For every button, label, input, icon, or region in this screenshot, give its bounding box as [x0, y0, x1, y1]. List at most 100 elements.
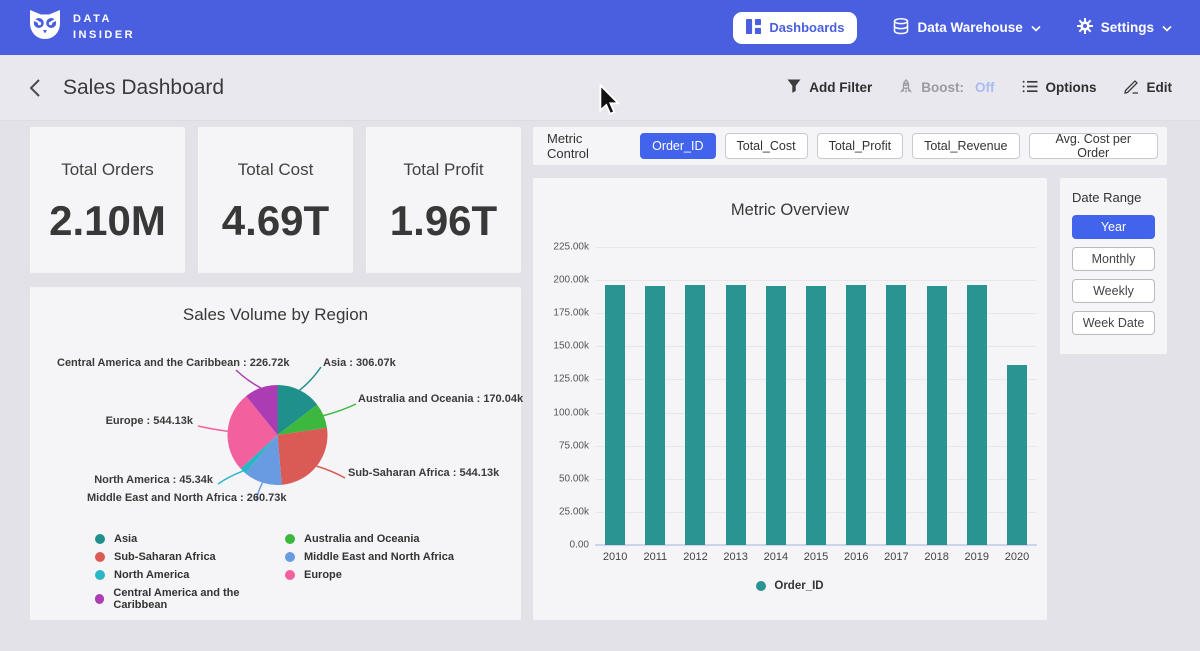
legend-dot	[95, 534, 105, 544]
legend-label: Asia	[114, 533, 137, 545]
owl-logo-icon	[28, 9, 62, 46]
bar-2016[interactable]	[846, 285, 866, 545]
brand-logo[interactable]: DATA INSIDER	[28, 9, 135, 46]
pie-slice-sub-saharan-africa[interactable]	[278, 428, 328, 485]
legend-dot	[285, 534, 295, 544]
bar-slot	[635, 247, 675, 545]
page-header: Sales Dashboard Add Filter Boost:Off	[0, 55, 1200, 121]
date-range-panel: Date Range Year Monthly Weekly Week Date	[1060, 178, 1167, 354]
bar-2010[interactable]	[605, 285, 625, 545]
y-tick-label: 100.00k	[553, 407, 589, 418]
x-tick-label: 2013	[716, 551, 756, 563]
metric-chip-total-cost[interactable]: Total_Cost	[725, 133, 808, 159]
gear-icon	[1077, 18, 1093, 37]
nav-data-warehouse[interactable]: Data Warehouse	[893, 18, 1040, 38]
bar-slot	[957, 247, 997, 545]
kpi-total-cost: Total Cost 4.69T	[198, 127, 353, 273]
bar-slot	[796, 247, 836, 545]
bar-slot	[917, 247, 957, 545]
add-filter-button[interactable]: Add Filter	[787, 79, 872, 96]
legend-label: Europe	[304, 569, 342, 581]
metric-overview-card: Metric Overview 225.00k200.00k175.00k150…	[533, 178, 1047, 620]
chevron-down-icon	[1162, 20, 1172, 35]
kpi-value: 4.69T	[198, 197, 353, 245]
boost-toggle[interactable]: Boost:Off	[899, 79, 994, 97]
bar-slot	[595, 247, 635, 545]
legend-label: Middle East and North Africa	[304, 551, 454, 563]
database-icon	[893, 18, 909, 38]
pie-legend-item-central-america-and-the-caribbean[interactable]: Central America and the Caribbean	[95, 587, 285, 611]
rocket-icon	[899, 79, 913, 97]
kpi-label: Total Cost	[198, 160, 353, 180]
kpi-label: Total Orders	[30, 160, 185, 180]
bar-slot	[876, 247, 916, 545]
date-range-week-date[interactable]: Week Date	[1072, 311, 1155, 335]
metric-chips: Order_ID Total_Cost Total_Profit Total_Reve…	[640, 133, 1167, 159]
pie-legend-item-europe[interactable]: Europe	[285, 569, 454, 581]
pie-legend-item-north-america[interactable]: North America	[95, 569, 285, 581]
options-list-icon	[1022, 80, 1038, 96]
metric-chip-total-revenue[interactable]: Total_Revenue	[912, 133, 1019, 159]
chevron-down-icon	[1031, 20, 1041, 35]
x-tick-label: 2016	[836, 551, 876, 563]
bar-2019[interactable]	[967, 285, 987, 545]
page-title: Sales Dashboard	[63, 76, 224, 100]
pie-legend: Asia Australia and Oceania Sub-Saharan Afr…	[95, 533, 454, 611]
legend-label: Australia and Oceania	[304, 533, 420, 545]
metric-control-bar: Metric Control Order_IDTotal_CostTotal_P…	[533, 127, 1167, 165]
date-range-year[interactable]: Year	[1072, 215, 1155, 239]
kpi-total-profit: Total Profit 1.96T	[366, 127, 521, 273]
x-tick-label: 2011	[635, 551, 675, 563]
pie-callout-asia: Asia : 306.07k	[323, 357, 396, 369]
x-tick-label: 2015	[796, 551, 836, 563]
bar-chart-legend: Order_ID	[533, 580, 1047, 592]
kpi-label: Total Profit	[366, 160, 521, 180]
pie-callout-sub-saharan-africa: Sub-Saharan Africa : 544.13k	[348, 467, 499, 479]
legend-label: Sub-Saharan Africa	[114, 551, 216, 563]
metric-chip-avg-cost-per-order[interactable]: Avg. Cost per Order	[1029, 133, 1159, 159]
bar-2015[interactable]	[806, 286, 826, 545]
pie-legend-item-middle-east-and-north-africa[interactable]: Middle East and North Africa	[285, 551, 454, 563]
back-button[interactable]	[28, 78, 41, 98]
nav-settings[interactable]: Settings	[1077, 18, 1172, 37]
pie-callout-north-america: North America : 45.34k	[94, 474, 213, 486]
y-tick-label: 225.00k	[553, 242, 589, 253]
options-button[interactable]: Options	[1022, 80, 1097, 96]
kpi-total-orders: Total Orders 2.10M	[30, 127, 185, 273]
bar-2017[interactable]	[886, 285, 906, 545]
pie-legend-item-australia-and-oceania[interactable]: Australia and Oceania	[285, 533, 454, 545]
bar-slot	[675, 247, 715, 545]
pie-leader-line	[236, 370, 261, 388]
metric-chip-total-profit[interactable]: Total_Profit	[817, 133, 904, 159]
bar-2013[interactable]	[726, 285, 746, 545]
y-tick-label: 25.00k	[559, 506, 589, 517]
boost-status: Off	[975, 80, 995, 95]
pie-callout-australia-oceania: Australia and Oceania : 170.04k	[358, 393, 523, 405]
nav-dashboards-button[interactable]: Dashboards	[733, 12, 857, 44]
bar-2018[interactable]	[927, 286, 947, 545]
legend-dot	[95, 552, 105, 562]
bar-slot	[716, 247, 756, 545]
bar-2012[interactable]	[685, 285, 705, 545]
legend-dot	[285, 570, 295, 580]
bar-chart-y-axis: 225.00k200.00k175.00k150.00k125.00k100.0…	[533, 247, 589, 545]
y-tick-label: 150.00k	[553, 341, 589, 352]
bar-2014[interactable]	[766, 286, 786, 545]
pie-legend-item-sub-saharan-africa[interactable]: Sub-Saharan Africa	[95, 551, 285, 563]
bar-2011[interactable]	[645, 286, 665, 545]
metric-chip-order-id[interactable]: Order_ID	[640, 133, 715, 159]
y-tick-label: 50.00k	[559, 473, 589, 484]
pencil-icon	[1124, 79, 1139, 97]
date-range-monthly[interactable]: Monthly	[1072, 247, 1155, 271]
date-range-weekly[interactable]: Weekly	[1072, 279, 1155, 303]
nav-settings-label: Settings	[1101, 20, 1154, 35]
bar-2020[interactable]	[1007, 365, 1027, 545]
nav-data-warehouse-label: Data Warehouse	[917, 20, 1022, 35]
edit-button[interactable]: Edit	[1124, 79, 1173, 97]
legend-dot	[756, 581, 766, 591]
pie-leader-line	[324, 404, 356, 416]
brand-name: DATA INSIDER	[73, 12, 135, 44]
date-range-label: Date Range	[1072, 190, 1155, 205]
x-tick-label: 2019	[957, 551, 997, 563]
pie-legend-item-asia[interactable]: Asia	[95, 533, 285, 545]
